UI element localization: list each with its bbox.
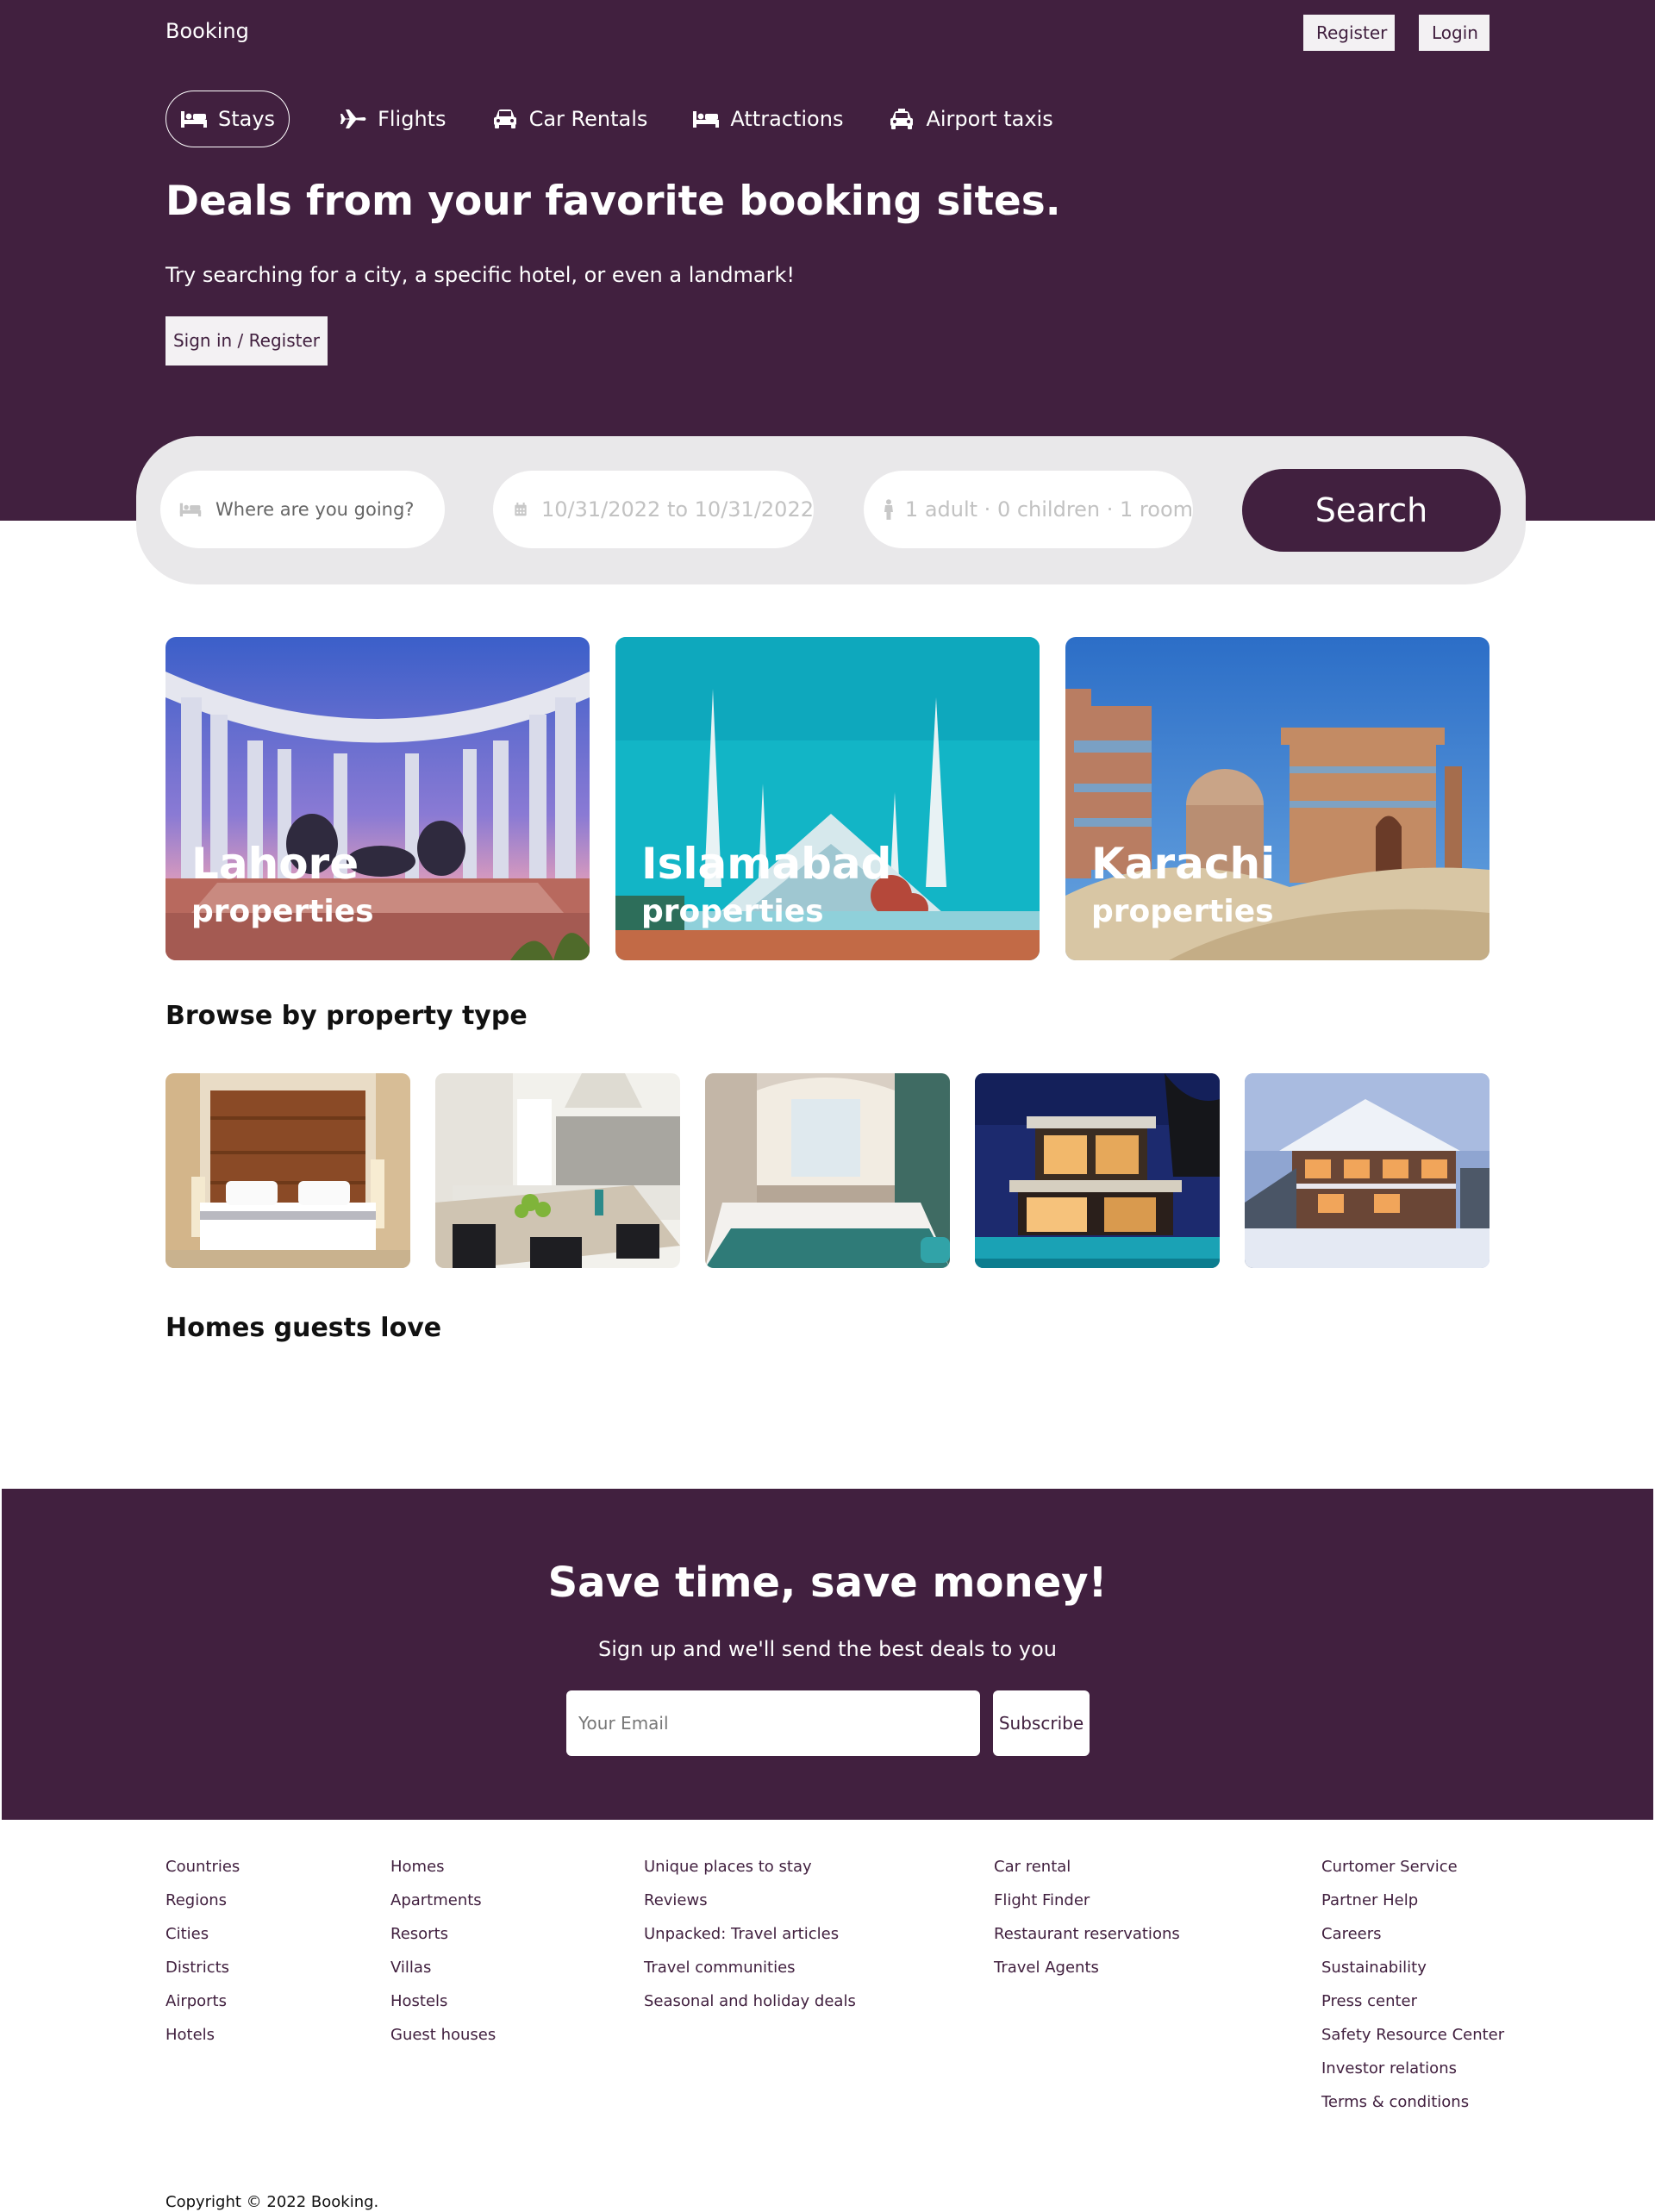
plane-icon	[340, 108, 367, 130]
calendar-icon	[514, 499, 528, 520]
date-range-field[interactable]: 10/31/2022 to 10/31/2022	[493, 471, 814, 548]
search-panel: Where are you going? 10/31/2022 to 10/31…	[136, 436, 1526, 584]
footer-link[interactable]: Reviews	[644, 1891, 856, 1910]
footer-link[interactable]: Restaurant reservations	[994, 1925, 1180, 1944]
nav-label: Stays	[218, 107, 276, 131]
footer-link[interactable]: Unique places to stay	[644, 1858, 856, 1877]
city-name: Karachi	[1091, 839, 1276, 889]
property-type-card[interactable]	[435, 1073, 680, 1268]
city-card-lahore[interactable]: Lahore properties	[166, 637, 590, 960]
footer-link[interactable]: Terms & conditions	[1321, 2093, 1504, 2112]
nav-item-flights[interactable]: Flights	[340, 91, 447, 147]
footer-link[interactable]: Safety Resource Center	[1321, 2026, 1504, 2045]
sign-in-register-button[interactable]: Sign in / Register	[166, 316, 328, 366]
footer-link[interactable]: Regions	[166, 1891, 240, 1910]
copyright-text: Copyright © 2022 Booking.	[166, 2193, 379, 2211]
footer-link[interactable]: Travel communities	[644, 1959, 856, 1978]
footer-link[interactable]: Countries	[166, 1858, 240, 1877]
property-type-card[interactable]	[975, 1073, 1220, 1268]
register-button[interactable]: Register	[1303, 15, 1395, 51]
footer-link[interactable]: Curtomer Service	[1321, 1858, 1504, 1877]
person-icon	[883, 499, 895, 520]
apartment-kitchen-image	[435, 1073, 680, 1268]
cabin-image	[1245, 1073, 1490, 1268]
subscribe-button[interactable]: Subscribe	[993, 1690, 1090, 1756]
nav-label: Car Rentals	[528, 107, 648, 131]
footer-column-4: Car rental Flight Finder Restaurant rese…	[994, 1858, 1180, 1992]
email-input[interactable]	[566, 1690, 980, 1756]
city-properties-label: properties	[1091, 894, 1274, 929]
footer-link[interactable]: Apartments	[390, 1891, 496, 1910]
city-card-islamabad[interactable]: Islamabad properties	[615, 637, 1040, 960]
footer-link[interactable]: Partner Help	[1321, 1891, 1504, 1910]
city-name: Islamabad	[641, 839, 892, 889]
bed-icon	[179, 499, 202, 520]
hotel-room-image	[166, 1073, 410, 1268]
villa-image	[975, 1073, 1220, 1268]
footer-link[interactable]: Hostels	[390, 1992, 496, 2011]
property-type-card[interactable]	[1245, 1073, 1490, 1268]
guests-value: 1 adult · 0 children · 1 room	[904, 497, 1193, 522]
footer-link[interactable]: Hotels	[166, 2026, 240, 2045]
footer-link[interactable]: Homes	[390, 1858, 496, 1877]
nav-bar: Stays Flights Car Rentals Attractions Ai…	[166, 91, 1098, 147]
browse-section-title: Browse by property type	[166, 1001, 528, 1031]
destination-field[interactable]: Where are you going?	[160, 471, 445, 548]
date-range-value: 10/31/2022 to 10/31/2022	[540, 497, 814, 522]
bed-icon	[180, 108, 208, 130]
nav-label: Airport taxis	[926, 107, 1053, 131]
nav-item-stays[interactable]: Stays	[166, 91, 290, 147]
nav-label: Flights	[378, 107, 447, 131]
property-type-row	[166, 1073, 1490, 1268]
guests-field[interactable]: 1 adult · 0 children · 1 room	[864, 471, 1193, 548]
city-properties-label: properties	[641, 894, 824, 929]
hero-title: Deals from your favorite booking sites.	[166, 178, 1061, 225]
footer-link[interactable]: Cities	[166, 1925, 240, 1944]
search-button[interactable]: Search	[1242, 469, 1501, 552]
car-icon	[491, 108, 519, 130]
footer-link[interactable]: Flight Finder	[994, 1891, 1180, 1910]
footer-link[interactable]: Car rental	[994, 1858, 1180, 1877]
footer-link[interactable]: Careers	[1321, 1925, 1504, 1944]
city-card-karachi[interactable]: Karachi properties	[1065, 637, 1490, 960]
taxi-icon	[888, 108, 915, 130]
hero-subtitle: Try searching for a city, a specific hot…	[166, 263, 796, 287]
footer-link[interactable]: Investor relations	[1321, 2059, 1504, 2078]
footer-column-5: Curtomer Service Partner Help Careers Su…	[1321, 1858, 1504, 2127]
bed-icon	[692, 108, 720, 130]
homes-section-title: Homes guests love	[166, 1313, 442, 1343]
newsletter-subtitle: Sign up and we'll send the best deals to…	[597, 1637, 1058, 1661]
footer-link[interactable]: Villas	[390, 1959, 496, 1978]
footer-link[interactable]: Districts	[166, 1959, 240, 1978]
footer-link[interactable]: Sustainability	[1321, 1959, 1504, 1978]
nav-label: Attractions	[730, 107, 844, 131]
city-cards: Lahore properties Islamabad properties K…	[166, 637, 1490, 960]
footer-link[interactable]: Press center	[1321, 1992, 1504, 2011]
newsletter-title: Save time, save money!	[547, 1559, 1108, 1607]
nav-item-attractions[interactable]: Attractions	[692, 91, 843, 147]
city-properties-label: properties	[191, 894, 374, 929]
property-type-card[interactable]	[705, 1073, 950, 1268]
footer-link[interactable]: Unpacked: Travel articles	[644, 1925, 856, 1944]
footer-link[interactable]: Guest houses	[390, 2026, 496, 2045]
nav-item-car-rentals[interactable]: Car Rentals	[491, 91, 648, 147]
city-name: Lahore	[191, 839, 359, 889]
footer-link[interactable]: Airports	[166, 1992, 240, 2011]
logo[interactable]: Booking	[166, 19, 249, 43]
footer-link[interactable]: Resorts	[390, 1925, 496, 1944]
footer-column-3: Unique places to stay Reviews Unpacked: …	[644, 1858, 856, 2026]
footer-column-1: Countries Regions Cities Districts Airpo…	[166, 1858, 240, 2059]
footer-link[interactable]: Seasonal and holiday deals	[644, 1992, 856, 2011]
newsletter-section: Save time, save money! Sign up and we'll…	[2, 1489, 1653, 1820]
login-button[interactable]: Login	[1419, 15, 1490, 51]
destination-placeholder: Where are you going?	[215, 499, 415, 520]
footer-column-2: Homes Apartments Resorts Villas Hostels …	[390, 1858, 496, 2059]
resort-room-image	[705, 1073, 950, 1268]
nav-item-airport-taxis[interactable]: Airport taxis	[888, 91, 1053, 147]
footer-link[interactable]: Travel Agents	[994, 1959, 1180, 1978]
property-type-card[interactable]	[166, 1073, 410, 1268]
